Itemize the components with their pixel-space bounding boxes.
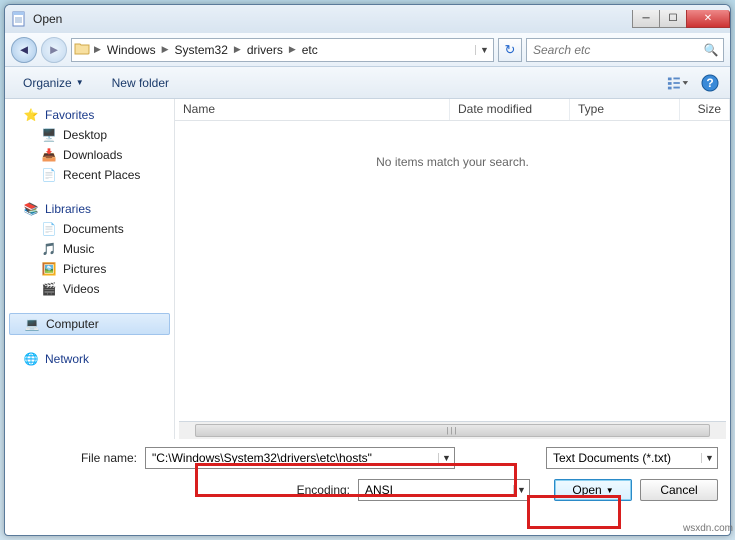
forward-button[interactable]: ► (41, 37, 67, 63)
address-bar[interactable]: ▶ Windows ▶ System32 ▶ drivers ▶ etc ▼ (71, 38, 494, 62)
sidebar-group-favorites[interactable]: ⭐Favorites (5, 105, 174, 125)
folder-icon (72, 41, 92, 58)
file-list-area: Name Date modified Type Size No items ma… (175, 99, 730, 439)
downloads-icon: 📥 (41, 147, 57, 163)
videos-icon: 🎬 (41, 281, 57, 297)
sidebar-group-libraries[interactable]: 📚Libraries (5, 199, 174, 219)
breadcrumb[interactable]: Windows (103, 43, 160, 57)
empty-message: No items match your search. (175, 121, 730, 421)
address-dropdown[interactable]: ▼ (475, 45, 493, 55)
close-button[interactable]: ✕ (686, 10, 730, 28)
cancel-button[interactable]: Cancel (640, 479, 718, 501)
sidebar-item-music[interactable]: 🎵Music (5, 239, 174, 259)
documents-icon: 📄 (41, 221, 57, 237)
recent-icon: 📄 (41, 167, 57, 183)
pictures-icon: 🖼️ (41, 261, 57, 277)
sidebar-item-videos[interactable]: 🎬Videos (5, 279, 174, 299)
col-type[interactable]: Type (570, 99, 680, 120)
new-folder-button[interactable]: New folder (102, 73, 179, 93)
libraries-icon: 📚 (23, 201, 39, 217)
computer-icon: 💻 (24, 316, 40, 332)
search-box[interactable]: 🔍 (526, 38, 724, 62)
filename-dropdown[interactable]: ▼ (438, 453, 454, 463)
search-input[interactable] (527, 43, 699, 57)
window-title: Open (33, 12, 62, 26)
back-button[interactable]: ◄ (11, 37, 37, 63)
sidebar-item-computer[interactable]: 💻Computer (9, 313, 170, 335)
filename-combo[interactable]: ▼ (145, 447, 455, 469)
filename-input[interactable] (146, 451, 438, 465)
sidebar-item-desktop[interactable]: 🖥️Desktop (5, 125, 174, 145)
music-icon: 🎵 (41, 241, 57, 257)
organize-button[interactable]: Organize ▼ (13, 73, 94, 93)
view-button[interactable] (666, 72, 690, 94)
desktop-icon: 🖥️ (41, 127, 57, 143)
encoding-label: Encoding: (297, 483, 350, 497)
breadcrumb[interactable]: System32 (171, 43, 232, 57)
filetype-dropdown[interactable]: ▼ (701, 453, 717, 463)
breadcrumb[interactable]: drivers (243, 43, 287, 57)
col-date[interactable]: Date modified (450, 99, 570, 120)
filename-label: File name: (17, 451, 137, 465)
open-button[interactable]: Open▼ (554, 479, 632, 501)
encoding-combo[interactable]: ANSI ▼ (358, 479, 530, 501)
bottom-panel: File name: ▼ Text Documents (*.txt) ▼ En… (5, 439, 730, 521)
sidebar-item-network[interactable]: 🌐Network (5, 349, 174, 369)
nav-row: ◄ ► ▶ Windows ▶ System32 ▶ drivers ▶ etc… (5, 33, 730, 67)
horizontal-scrollbar[interactable]: ||| (179, 421, 726, 439)
sidebar: ⭐Favorites 🖥️Desktop 📥Downloads 📄Recent … (5, 99, 175, 439)
column-headers: Name Date modified Type Size (175, 99, 730, 121)
help-button[interactable]: ? (698, 72, 722, 94)
filetype-value: Text Documents (*.txt) (547, 451, 701, 465)
encoding-dropdown[interactable]: ▼ (513, 485, 529, 495)
encoding-value: ANSI (359, 483, 513, 497)
col-size[interactable]: Size (680, 99, 730, 120)
filetype-combo[interactable]: Text Documents (*.txt) ▼ (546, 447, 718, 469)
network-icon: 🌐 (23, 351, 39, 367)
search-icon[interactable]: 🔍 (699, 43, 723, 57)
sidebar-item-pictures[interactable]: 🖼️Pictures (5, 259, 174, 279)
star-icon: ⭐ (23, 107, 39, 123)
open-dialog-window: Open ─ ☐ ✕ ◄ ► ▶ Windows ▶ System32 ▶ dr… (4, 4, 731, 536)
watermark: wsxdn.com (683, 523, 733, 534)
breadcrumb[interactable]: etc (298, 43, 322, 57)
sidebar-item-recent[interactable]: 📄Recent Places (5, 165, 174, 185)
maximize-button[interactable]: ☐ (659, 10, 687, 28)
notepad-icon (11, 11, 27, 27)
minimize-button[interactable]: ─ (632, 10, 660, 28)
refresh-button[interactable]: ↻ (498, 38, 522, 62)
titlebar[interactable]: Open ─ ☐ ✕ (5, 5, 730, 33)
svg-text:?: ? (706, 76, 713, 90)
toolbar: Organize ▼ New folder ? (5, 67, 730, 99)
sidebar-item-documents[interactable]: 📄Documents (5, 219, 174, 239)
col-name[interactable]: Name (175, 99, 450, 120)
sidebar-item-downloads[interactable]: 📥Downloads (5, 145, 174, 165)
